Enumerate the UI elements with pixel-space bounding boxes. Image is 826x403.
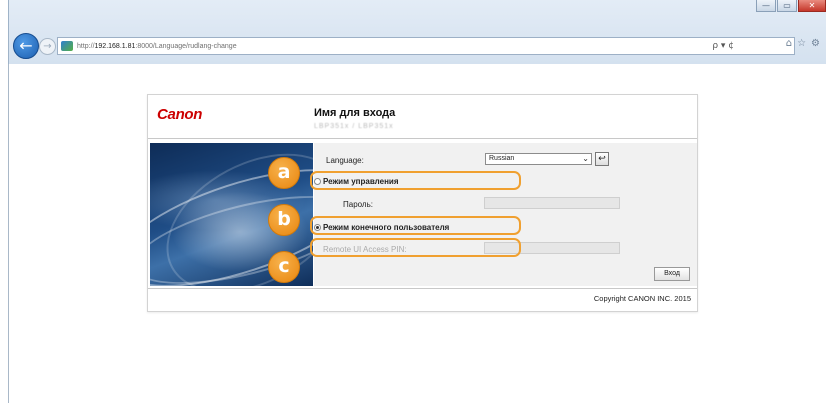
apply-language-button[interactable]: ↩ [595, 152, 609, 166]
arrow-right-icon: → [43, 41, 52, 52]
copyright-text: Copyright CANON INC. 2015 [593, 294, 691, 303]
address-bar[interactable]: http://192.168.1.81:8000/Language/rudlan… [57, 37, 795, 55]
url-host: 192.168.1.81 [94, 42, 136, 50]
header-divider [148, 138, 697, 139]
callout-c: c [268, 251, 300, 283]
highlight-user-mode [310, 216, 521, 235]
favorites-star-icon[interactable]: ☆ [797, 38, 806, 49]
browser-toolbar-icons: ⌂ ☆ ⚙ [786, 38, 820, 49]
url-prefix: http:// [77, 42, 95, 50]
footer-divider [148, 288, 697, 289]
language-selected-value: Russian [489, 155, 515, 162]
url-text[interactable]: http://192.168.1.81:8000/Language/rudlan… [77, 43, 237, 50]
language-label: Language: [326, 156, 364, 165]
highlight-admin-mode [310, 171, 521, 190]
search-refresh-icon[interactable]: ρ ▾ ¢ [712, 41, 734, 51]
forward-button[interactable]: → [39, 38, 56, 55]
device-name: LBP351x / LBP351x [314, 123, 394, 130]
home-icon[interactable]: ⌂ [786, 38, 792, 49]
page-title: Имя для входа [314, 107, 396, 119]
password-label: Пароль: [343, 200, 373, 209]
callout-a: a [268, 157, 300, 189]
window-controls: — ▭ ✕ [756, 0, 826, 12]
login-button[interactable]: Вход [654, 267, 690, 281]
maximize-button[interactable]: ▭ [777, 0, 797, 12]
login-panel: Canon Имя для входа LBP351x / LBP351x La… [147, 94, 698, 312]
chevron-down-icon: ⌄ [582, 154, 589, 163]
browser-chrome: — ▭ ✕ ← → http://192.168.1.81:8000/Langu… [8, 0, 826, 64]
minimize-button[interactable]: — [756, 0, 776, 12]
close-window-button[interactable]: ✕ [798, 0, 826, 12]
canon-logo: Canon [157, 106, 203, 123]
language-select[interactable]: Russian ⌄ [485, 153, 592, 165]
callout-b: b [268, 204, 300, 236]
password-field[interactable] [484, 197, 620, 209]
url-path: :8000/Language/rudlang-change [135, 42, 237, 50]
back-button[interactable]: ← [13, 33, 39, 59]
site-favicon-icon [61, 41, 73, 51]
settings-gear-icon[interactable]: ⚙ [811, 38, 820, 49]
window-left-border [8, 64, 9, 403]
arrow-left-icon: ← [19, 36, 33, 55]
highlight-pin [310, 238, 521, 257]
